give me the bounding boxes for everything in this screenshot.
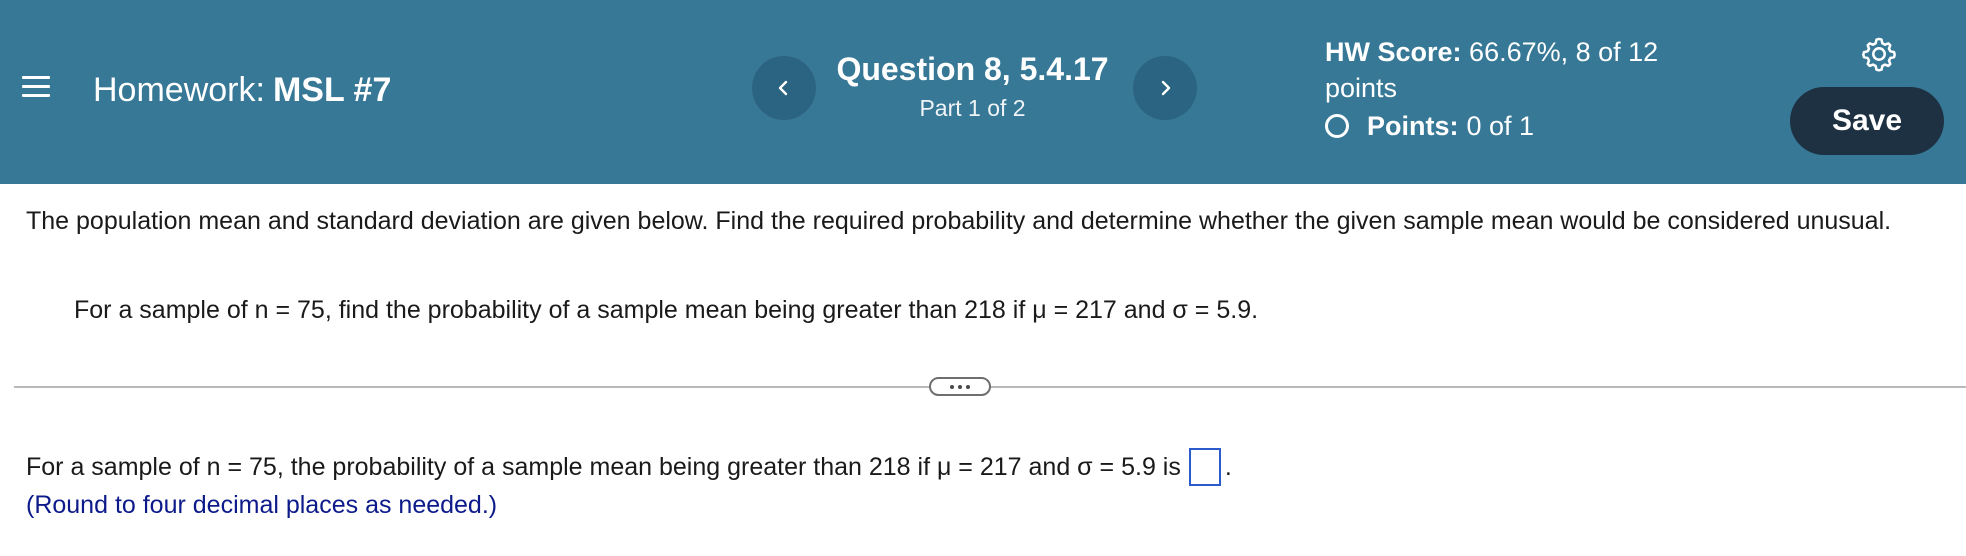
next-question-button[interactable]	[1133, 56, 1197, 120]
dot-icon	[958, 384, 962, 389]
points-value: 0 of 1	[1466, 111, 1535, 141]
chevron-left-icon	[778, 80, 788, 96]
instructions-text: The population mean and standard deviati…	[26, 207, 1892, 235]
hamburger-menu-icon[interactable]	[22, 73, 50, 101]
circle-outline-icon	[1325, 114, 1349, 138]
rounding-note: (Round to four decimal places as needed.…	[26, 491, 498, 519]
hw-score: HW Score: 66.67%, 8 of 12 points	[1325, 34, 1715, 106]
homework-name: MSL #7	[272, 71, 392, 109]
save-button[interactable]: Save	[1790, 87, 1944, 155]
hw-score-label: HW Score:	[1325, 37, 1462, 67]
top-bar: Homework: MSL #7 Question 8, 5.4.17 Part …	[0, 0, 1966, 184]
answer-row: For a sample of n = 75, the probability …	[26, 448, 1232, 486]
chevron-right-icon	[1161, 80, 1171, 96]
dot-icon	[966, 384, 970, 389]
gear-icon[interactable]	[1860, 35, 1898, 73]
points-label: Points:	[1367, 111, 1459, 141]
points-status: Points: 0 of 1	[1325, 108, 1534, 144]
question-title: Question 8, 5.4.17	[836, 51, 1109, 87]
homework-label: Homework:	[93, 71, 265, 109]
question-part: Part 1 of 2	[919, 95, 1026, 121]
expand-details-button[interactable]	[929, 377, 991, 396]
dot-icon	[950, 384, 954, 389]
homework-title: Homework: MSL #7	[93, 70, 391, 110]
question-text: For a sample of n = 75, find the probabi…	[74, 296, 1259, 324]
answer-suffix: .	[1224, 453, 1232, 481]
answer-prompt: For a sample of n = 75, the probability …	[26, 453, 1181, 481]
answer-input[interactable]	[1188, 448, 1221, 486]
